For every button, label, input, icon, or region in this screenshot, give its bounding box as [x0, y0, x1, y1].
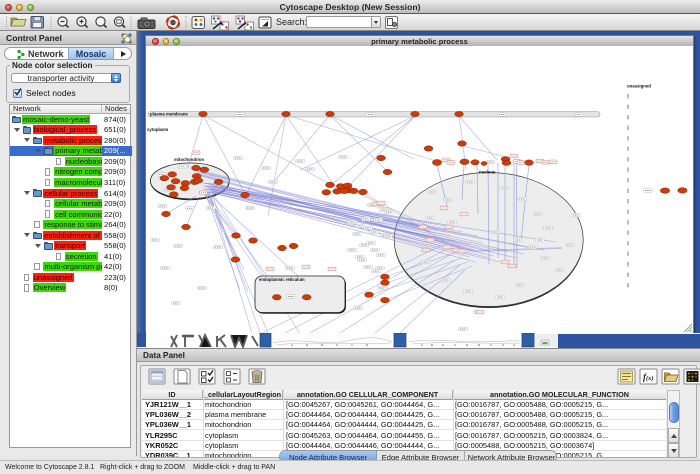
svg-text:unassigned: unassigned — [627, 84, 651, 89]
svg-text:plasma membrane: plasma membrane — [150, 112, 188, 117]
svg-text:mitochondrion: mitochondrion — [174, 157, 204, 162]
svg-text:nucleus: nucleus — [479, 170, 496, 175]
svg-text:endoplasmic reticulum: endoplasmic reticulum — [259, 277, 305, 282]
svg-text:cytoplasm: cytoplasm — [147, 127, 168, 132]
